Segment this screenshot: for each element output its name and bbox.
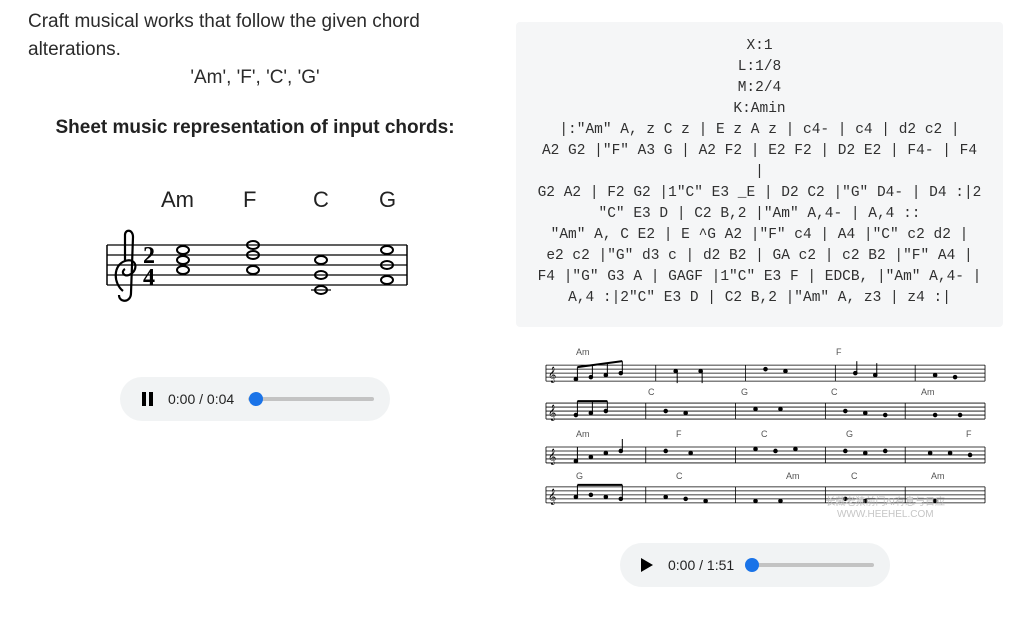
input-sheet-music: Am F C G: [85, 179, 425, 349]
pause-icon[interactable]: [136, 388, 158, 410]
mini-chord: F: [676, 429, 682, 439]
mini-chord: C: [831, 387, 838, 397]
chord-label: C: [313, 187, 379, 213]
audio-track-input[interactable]: [248, 397, 374, 401]
mini-chord: C: [761, 429, 768, 439]
audio-player-input[interactable]: 0:00 / 0:04: [120, 377, 390, 421]
svg-text:4: 4: [143, 265, 155, 291]
audio-player-output[interactable]: 0:00 / 1:51: [620, 543, 890, 587]
mini-chord: C: [648, 387, 655, 397]
audio-track-output[interactable]: [748, 563, 874, 567]
mini-chord: G: [846, 429, 853, 439]
play-icon[interactable]: [636, 554, 658, 576]
mini-chord: C: [851, 471, 858, 481]
mini-chord: F: [836, 347, 842, 357]
chord-label: Am: [161, 187, 243, 213]
audio-time-output: 0:00 / 1:51: [668, 557, 734, 573]
svg-text:𝄞: 𝄞: [548, 449, 556, 465]
abc-output-text: X:1 L:1/8 M:2/4 K:Amin |:"Am" A, z C z |…: [516, 22, 1003, 327]
mini-chord: C: [676, 471, 683, 481]
mini-chord: F: [966, 429, 972, 439]
chord-label: F: [243, 187, 313, 213]
watermark: 长藏老猿前门AI有息与日应 WWW.HEEHEL.COM: [826, 497, 945, 521]
subtitle-text: Sheet music representation of input chor…: [0, 117, 510, 139]
mini-chord: Am: [921, 387, 935, 397]
mini-chord: Am: [576, 347, 590, 357]
mini-chord: Am: [576, 429, 590, 439]
audio-thumb[interactable]: [249, 392, 263, 406]
mini-chord: G: [741, 387, 748, 397]
chord-label: G: [379, 187, 419, 213]
audio-time-input: 0:00 / 0:04: [168, 391, 234, 407]
watermark-line1: 长藏老猿前门AI有息与日应: [826, 497, 945, 509]
chords-input-text: 'Am', 'F', 'C', 'G': [0, 67, 510, 89]
mini-chord: Am: [786, 471, 800, 481]
svg-text:𝄞: 𝄞: [548, 405, 556, 421]
output-sheet-music: 𝄞 𝄞 𝄞 𝄞: [536, 347, 995, 527]
svg-text:𝄞: 𝄞: [548, 367, 556, 383]
svg-text:𝄞: 𝄞: [548, 489, 556, 505]
staff-svg: 2 4: [85, 221, 425, 341]
audio-thumb[interactable]: [745, 558, 759, 572]
mini-chord: G: [576, 471, 583, 481]
mini-chord: Am: [931, 471, 945, 481]
watermark-line2: WWW.HEEHEL.COM: [826, 509, 945, 521]
prompt-text: Craft musical works that follow the give…: [0, 0, 510, 63]
